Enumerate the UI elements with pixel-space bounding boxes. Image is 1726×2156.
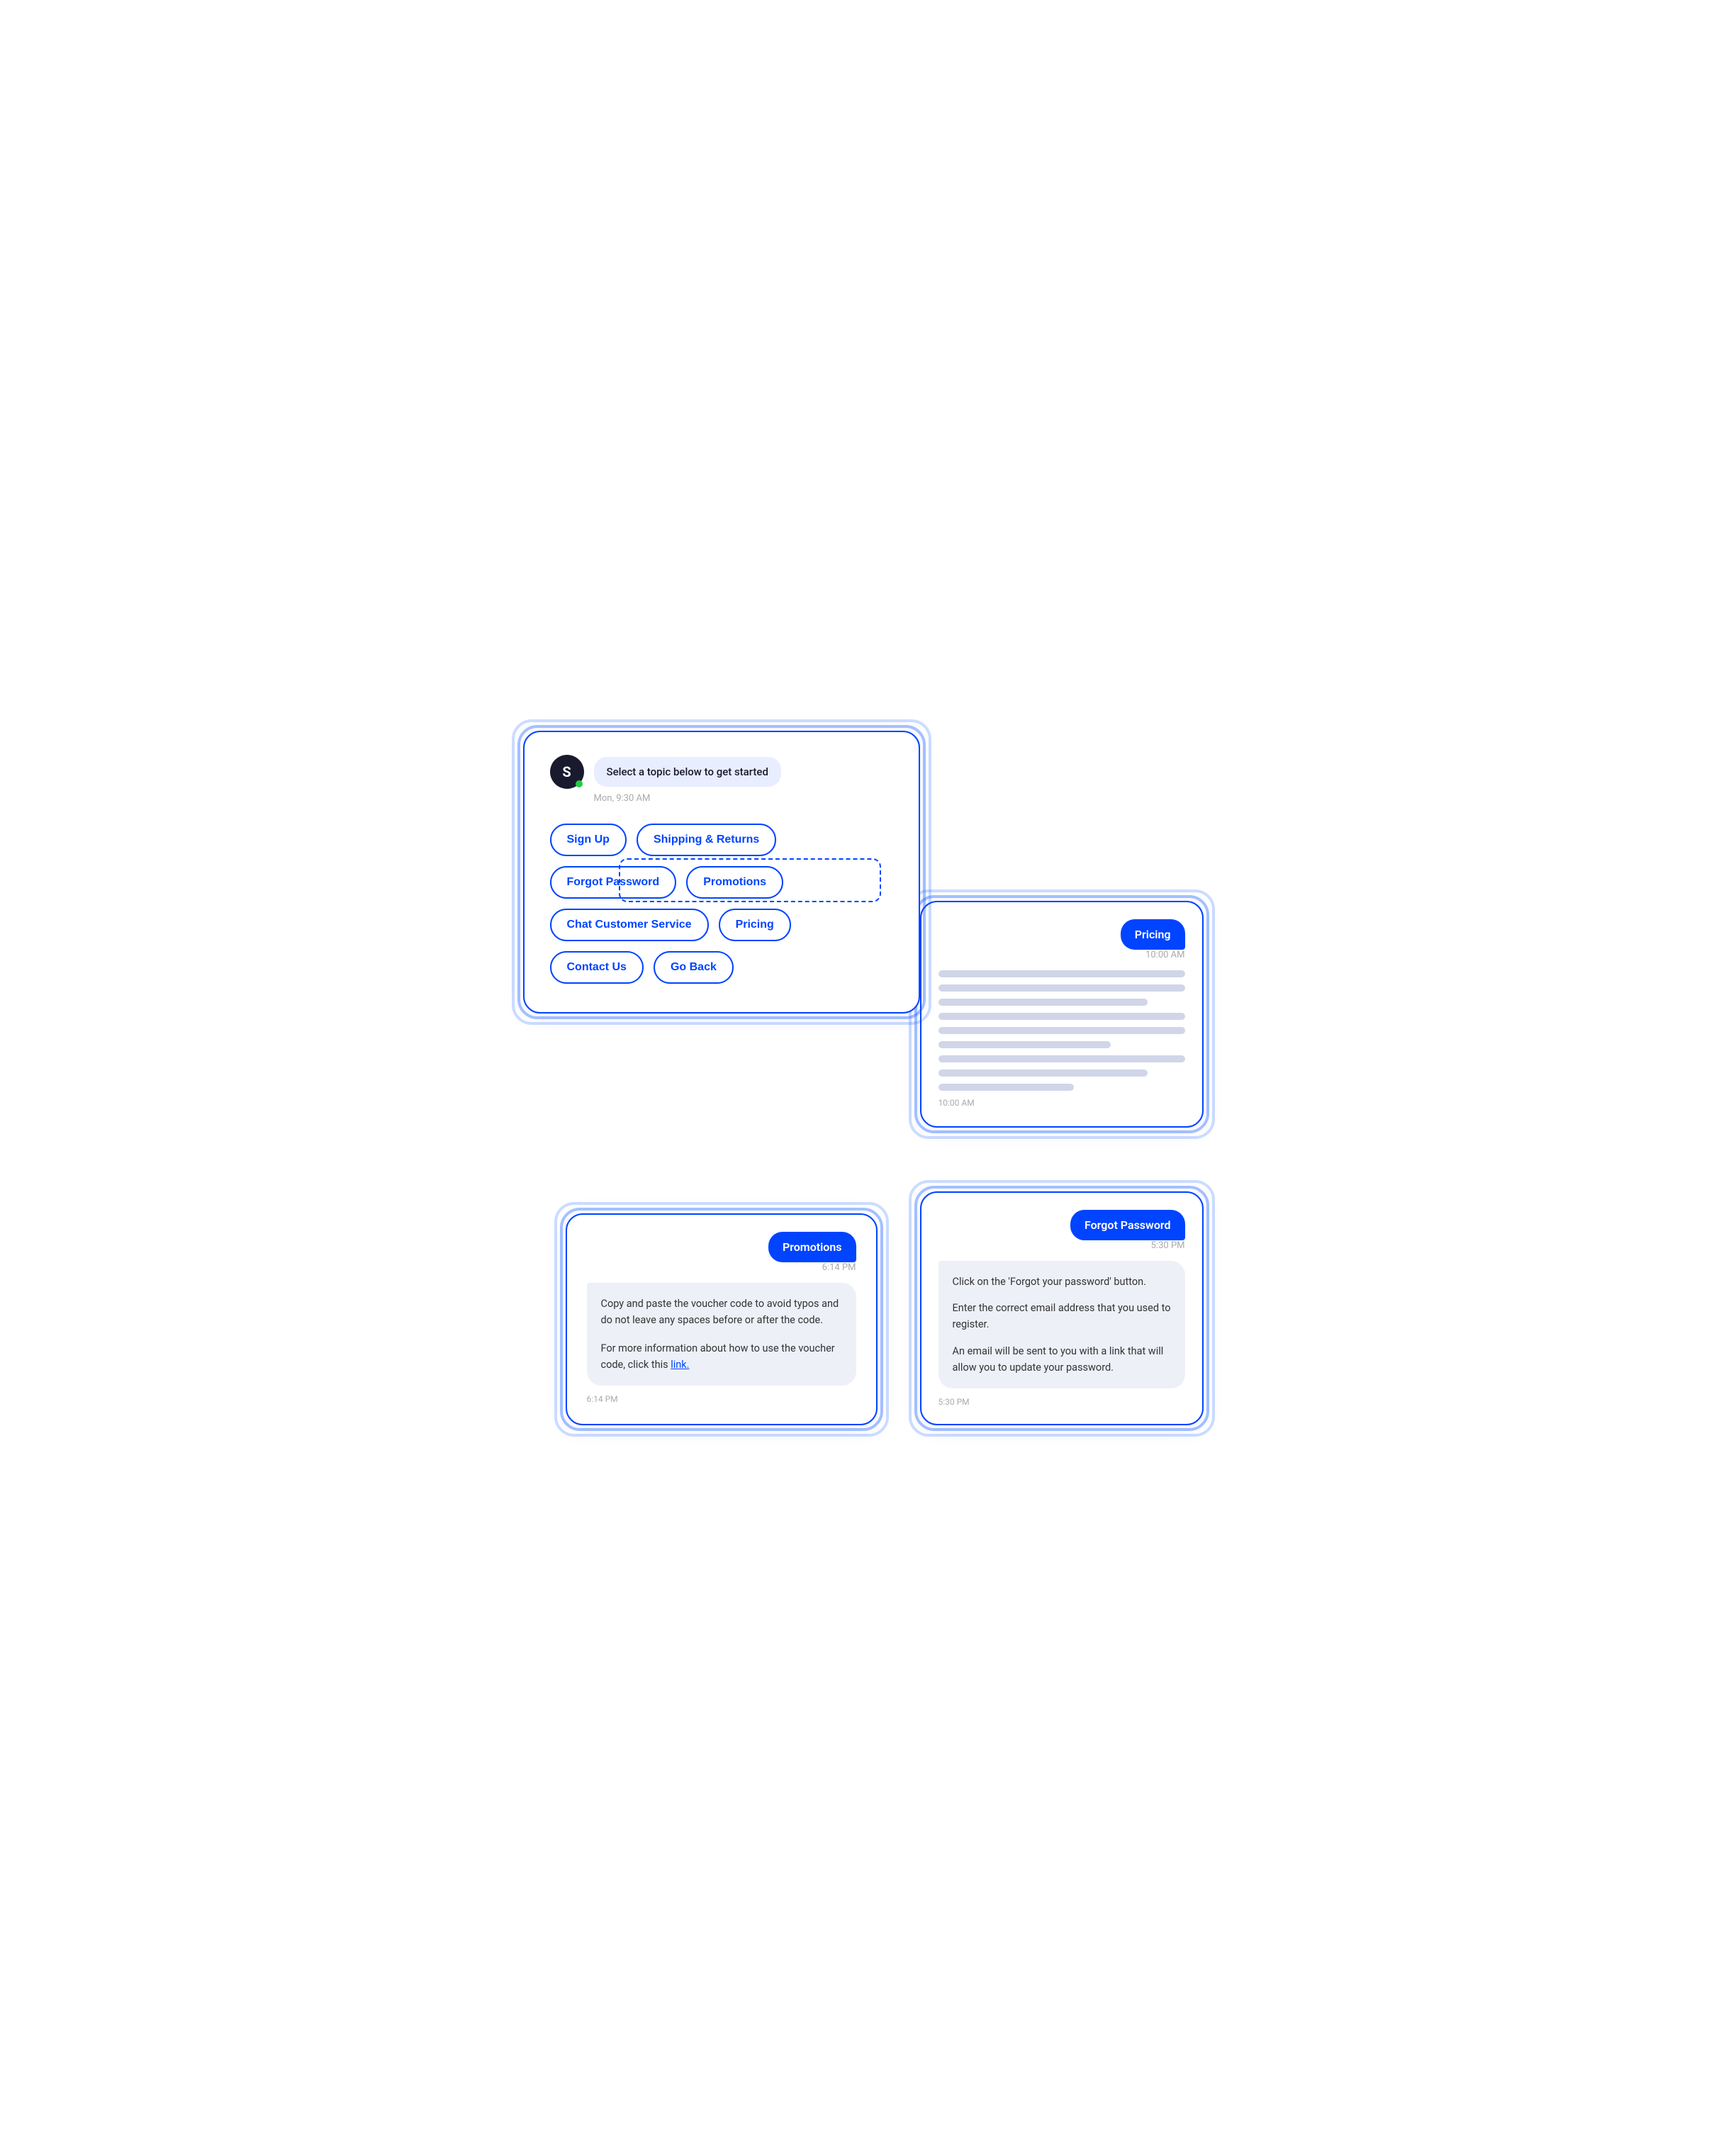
forgot-text-2: Enter the correct email address that you… xyxy=(953,1300,1171,1332)
promotions-sent-bubble: Promotions xyxy=(768,1232,856,1262)
forgot-password-card: Forgot Password 5:30 PM Click on the 'Fo… xyxy=(920,1191,1204,1425)
placeholder-line-8 xyxy=(938,1069,1148,1077)
scene: S Select a topic below to get started Mo… xyxy=(523,731,1204,1425)
promotions-text-2: For more information about how to use th… xyxy=(601,1340,842,1373)
placeholder-line-7 xyxy=(938,1055,1185,1062)
promotions-button[interactable]: Promotions xyxy=(686,866,783,899)
forgot-sent-bubble: Forgot Password xyxy=(1070,1210,1185,1240)
placeholder-line-2 xyxy=(938,984,1185,992)
promotions-card: Promotions 6:14 PM Copy and paste the vo… xyxy=(566,1213,878,1425)
pricing-card-wrapper: Pricing 10:00 AM 10:00 AM xyxy=(920,901,1204,1128)
shipping-returns-button[interactable]: Shipping & Returns xyxy=(637,824,776,856)
topic-selector-card: S Select a topic below to get started Mo… xyxy=(523,731,920,1014)
topics-row-2: Forgot Password Promotions xyxy=(550,866,893,899)
promotions-card-wrapper: Promotions 6:14 PM Copy and paste the vo… xyxy=(566,1213,878,1425)
placeholder-line-3 xyxy=(938,999,1148,1006)
promotions-link[interactable]: link. xyxy=(671,1359,689,1371)
contact-us-button[interactable]: Contact Us xyxy=(550,951,644,984)
placeholder-line-1 xyxy=(938,970,1185,977)
forgot-sent-timestamp: 5:30 PM xyxy=(938,1240,1185,1251)
chat-customer-service-button[interactable]: Chat Customer Service xyxy=(550,909,709,941)
forgot-received-timestamp: 5:30 PM xyxy=(938,1397,1185,1407)
promotions-sent-timestamp: 6:14 PM xyxy=(587,1262,856,1273)
avatar-wrap: S xyxy=(550,755,584,789)
forgot-received-bubble: Click on the 'Forgot your password' butt… xyxy=(938,1261,1185,1388)
online-dot xyxy=(576,780,583,787)
forgot-password-card-wrapper: Forgot Password 5:30 PM Click on the 'Fo… xyxy=(920,1191,1204,1425)
placeholder-line-6 xyxy=(938,1041,1111,1048)
avatar: S xyxy=(550,755,584,789)
topics-row-3: Chat Customer Service Pricing xyxy=(550,909,893,941)
pricing-card: Pricing 10:00 AM 10:00 AM xyxy=(920,901,1204,1128)
promotions-text-1: Copy and paste the voucher code to avoid… xyxy=(601,1296,842,1328)
dashed-selection-box xyxy=(619,858,881,902)
pricing-button[interactable]: Pricing xyxy=(719,909,791,941)
forgot-text-3: An email will be sent to you with a link… xyxy=(953,1343,1171,1376)
placeholder-line-9 xyxy=(938,1084,1074,1091)
promotions-received-bubble: Copy and paste the voucher code to avoid… xyxy=(587,1283,856,1386)
topics-grid: Sign Up Shipping & Returns Forgot Passwo… xyxy=(550,824,893,984)
pricing-sent-bubble: Pricing xyxy=(1121,919,1185,950)
topics-row-1: Sign Up Shipping & Returns xyxy=(550,824,893,856)
pricing-received-timestamp: 10:00 AM xyxy=(938,1098,1185,1108)
topics-row-4: Contact Us Go Back xyxy=(550,951,893,984)
chat-header: S Select a topic below to get started xyxy=(550,755,893,789)
placeholder-line-4 xyxy=(938,1013,1185,1020)
pricing-placeholder-lines xyxy=(938,970,1185,1091)
pricing-sent-timestamp: 10:00 AM xyxy=(938,950,1185,960)
promotions-received-timestamp: 6:14 PM xyxy=(587,1394,856,1404)
forgot-password-button[interactable]: Forgot Password xyxy=(550,866,677,899)
bot-greeting-bubble: Select a topic below to get started xyxy=(594,757,781,787)
sign-up-button[interactable]: Sign Up xyxy=(550,824,627,856)
greeting-timestamp: Mon, 9:30 AM xyxy=(594,793,893,804)
forgot-text-1: Click on the 'Forgot your password' butt… xyxy=(953,1274,1171,1290)
go-back-button[interactable]: Go Back xyxy=(654,951,734,984)
topic-selector-card-wrapper: S Select a topic below to get started Mo… xyxy=(523,731,920,1014)
placeholder-line-5 xyxy=(938,1027,1185,1034)
